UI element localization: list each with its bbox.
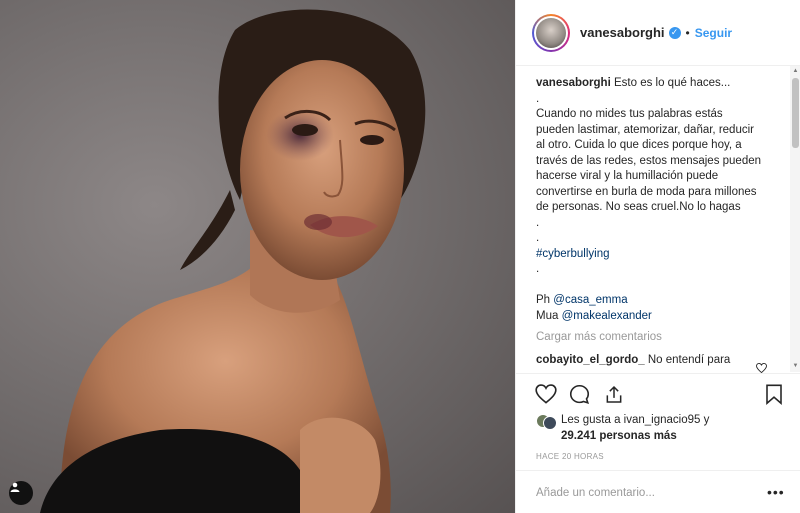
post-sidebar: vanesaborghi ✓ • Seguir vanesaborghi Est… xyxy=(515,0,800,513)
caption-line: . xyxy=(536,232,540,244)
comments-area: vanesaborghi Esto es lo qué haces... . C… xyxy=(536,76,780,373)
caption-line: . xyxy=(536,216,540,229)
share-icon[interactable] xyxy=(604,384,624,405)
caption-line: Cuando no mides tus palabras estás xyxy=(536,108,723,120)
comment-like-heart-icon[interactable] xyxy=(756,363,767,373)
bookmark-icon[interactable] xyxy=(765,384,783,405)
liker-avatar xyxy=(543,416,557,430)
follow-button[interactable]: Seguir xyxy=(695,26,732,40)
caption-first-line: vanesaborghi Esto es lo qué haces... xyxy=(536,76,780,92)
heart-icon[interactable] xyxy=(535,384,557,404)
post-photo[interactable] xyxy=(0,0,515,513)
user-tag-icon xyxy=(10,482,20,492)
post-header: vanesaborghi ✓ • Seguir xyxy=(516,0,800,66)
add-comment-section: ••• xyxy=(516,470,800,513)
caption-credit-mua: Mua @makealexander xyxy=(536,309,780,325)
comment-item: cobayito_el_gordo_ No entendí para xyxy=(536,353,780,369)
caption-line: . xyxy=(536,92,540,105)
scroll-thumb[interactable] xyxy=(792,78,799,148)
likes-count[interactable]: 29.241 personas más xyxy=(561,428,786,444)
post-timestamp[interactable]: HACE 20 HORAS xyxy=(536,452,604,461)
post-actions-bar xyxy=(516,373,800,409)
caption-line: . xyxy=(536,263,540,275)
likes-text-line-1: Les gusta a ivan_ignacio95 y xyxy=(561,412,786,428)
separator-dot: • xyxy=(685,25,690,40)
caption-credit-photo: Ph @casa_emma xyxy=(536,293,780,309)
caption-line: través de las redes, estos mensajes pued… xyxy=(536,154,762,167)
scroll-up-arrow-icon[interactable]: ▲ xyxy=(791,67,800,76)
hashtag-link[interactable]: #cyberbullying xyxy=(536,247,780,263)
caption-text: Esto es lo qué haces... xyxy=(613,77,731,89)
caption-line xyxy=(536,278,780,294)
caption-line: de personas. No seas cruel.No lo hagas xyxy=(536,201,741,213)
add-comment-input[interactable] xyxy=(536,484,756,502)
comments-scrollbar[interactable]: ▲ ▼ xyxy=(790,66,800,372)
credit-label: Ph xyxy=(536,294,551,306)
likes-prefix: Les gusta a xyxy=(561,414,621,426)
credit-label: Mua xyxy=(536,309,559,322)
avatar-image xyxy=(536,17,566,48)
load-more-comments-button[interactable]: Cargar más comentarios xyxy=(536,330,780,346)
caption-line: al otro. Cuida lo que dices porque hoy, … xyxy=(536,139,742,151)
avatar[interactable] xyxy=(532,13,570,52)
likes-joiner: y xyxy=(703,414,710,426)
header-username[interactable]: vanesaborghi xyxy=(580,25,665,40)
portrait-illustration xyxy=(40,9,426,513)
comment-bubble-icon[interactable] xyxy=(569,384,590,405)
caption-username[interactable]: vanesaborghi xyxy=(536,77,611,89)
scroll-down-arrow-icon[interactable]: ▼ xyxy=(791,362,800,371)
mention-link[interactable]: @casa_emma xyxy=(553,294,627,306)
likes-summary: Les gusta a ivan_ignacio95 y 29.241 pers… xyxy=(536,412,786,444)
comment-username[interactable]: cobayito_el_gordo_ xyxy=(536,354,645,366)
verified-badge-icon: ✓ xyxy=(668,26,681,39)
likes-first-user[interactable]: ivan_ignacio95 xyxy=(624,414,701,426)
mention-link[interactable]: @makealexander xyxy=(562,310,652,322)
caption-line: hacerse viral y la humillación puede xyxy=(536,170,719,182)
caption-line: pueden lastimar, atemorizar, dañar, redu… xyxy=(536,123,754,136)
caption-line: convertirse en burla de moda para millon… xyxy=(536,185,757,198)
comment-text: No entendí para xyxy=(647,353,731,366)
user-tag-button[interactable] xyxy=(9,481,33,505)
likers-avatars[interactable] xyxy=(536,414,558,430)
more-options-icon[interactable]: ••• xyxy=(767,484,785,500)
